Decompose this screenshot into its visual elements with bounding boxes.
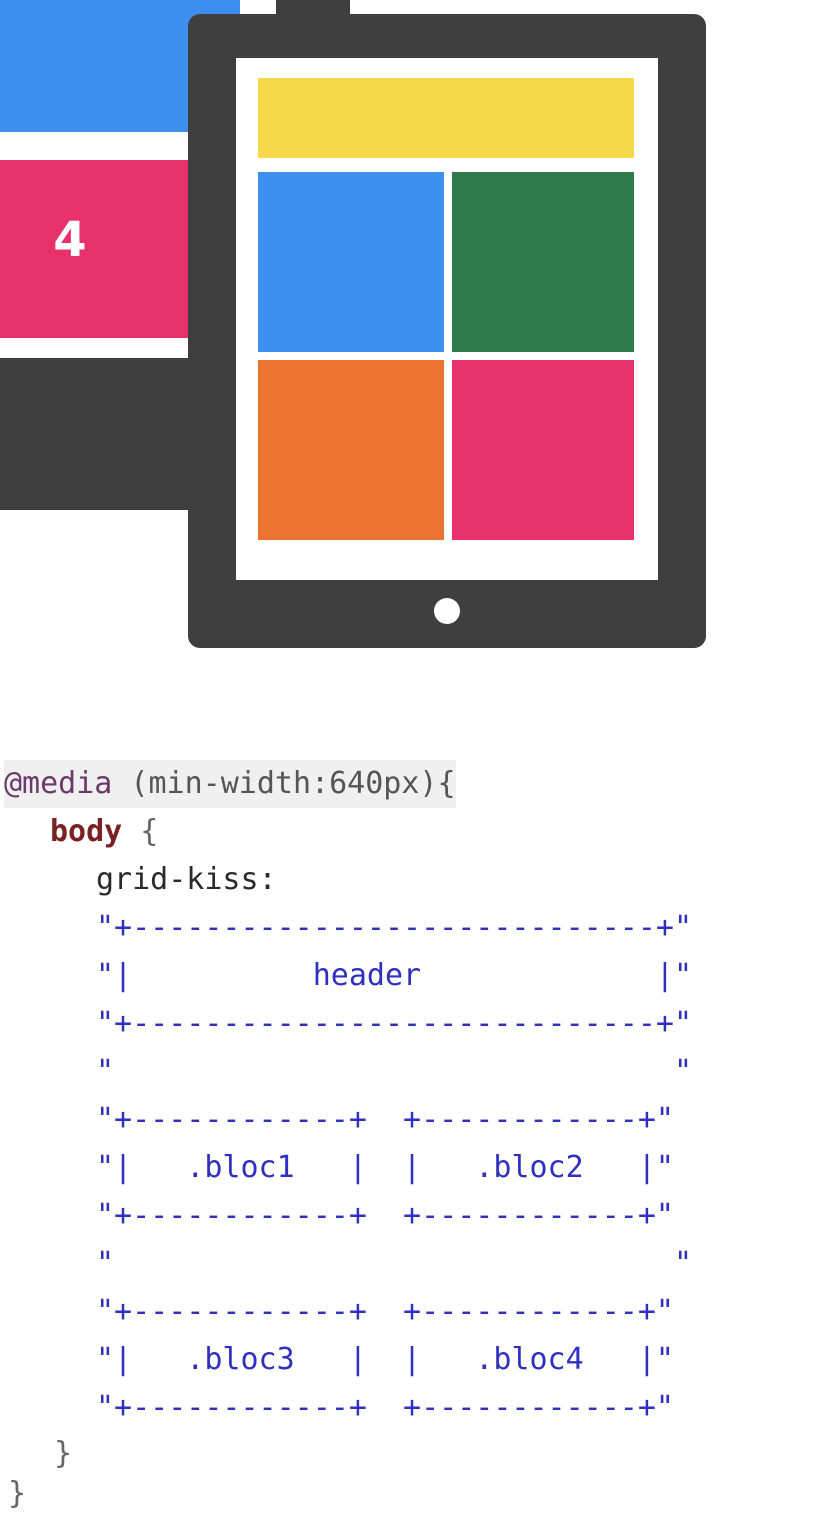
- media-at-rule: @media: [4, 766, 113, 801]
- tablet-bloc1-tile: [258, 172, 444, 352]
- ascii-line-row1-bottom: "+------------+ +------------+": [96, 1198, 674, 1233]
- ascii-line-header-bottom: "+-----------------------------+": [96, 1006, 693, 1041]
- body-selector: body: [50, 814, 123, 849]
- body-close-brace: }: [54, 1436, 73, 1471]
- ascii-line-header: "| header |": [96, 958, 693, 993]
- media-close-brace: }: [8, 1476, 27, 1511]
- tablet-home-button: [434, 598, 460, 624]
- tablet-bloc3-tile: [258, 360, 444, 540]
- tablet-screen: [236, 58, 658, 580]
- responsive-illustration: 4: [0, 0, 828, 680]
- selector-brace: {: [122, 814, 159, 849]
- media-query-line: @media (min-width:640px){: [4, 760, 456, 808]
- desktop-monitor-frame: [0, 358, 200, 510]
- media-condition: (min-width:640px){: [112, 766, 456, 801]
- tablet-bloc2-tile: [452, 172, 634, 352]
- ascii-line-row2: "| .bloc3 | | .bloc4 |": [96, 1342, 674, 1377]
- body-selector-line: body {: [50, 808, 158, 856]
- tablet-device: [188, 14, 706, 648]
- desktop-tile-number: 4: [53, 212, 87, 268]
- desktop-pink-tile: [0, 160, 200, 338]
- tablet-bloc4-tile: [452, 360, 634, 540]
- ascii-line-row2-bottom: "+------------+ +------------+": [96, 1390, 674, 1425]
- ascii-line-gap-1: " ": [96, 1054, 693, 1089]
- ascii-line-row1: "| .bloc1 | | .bloc2 |": [96, 1150, 674, 1185]
- tablet-header-tile: [258, 78, 634, 158]
- ascii-line-header-top: "+-----------------------------+": [96, 910, 693, 945]
- css-code-block: @media (min-width:640px){ body { grid-ki…: [0, 740, 828, 1508]
- ascii-line-row1-top: "+------------+ +------------+": [96, 1102, 674, 1137]
- ascii-line-gap-2: " ": [96, 1246, 693, 1281]
- ascii-line-row2-top: "+------------+ +------------+": [96, 1294, 674, 1329]
- grid-kiss-property: grid-kiss:: [96, 862, 277, 897]
